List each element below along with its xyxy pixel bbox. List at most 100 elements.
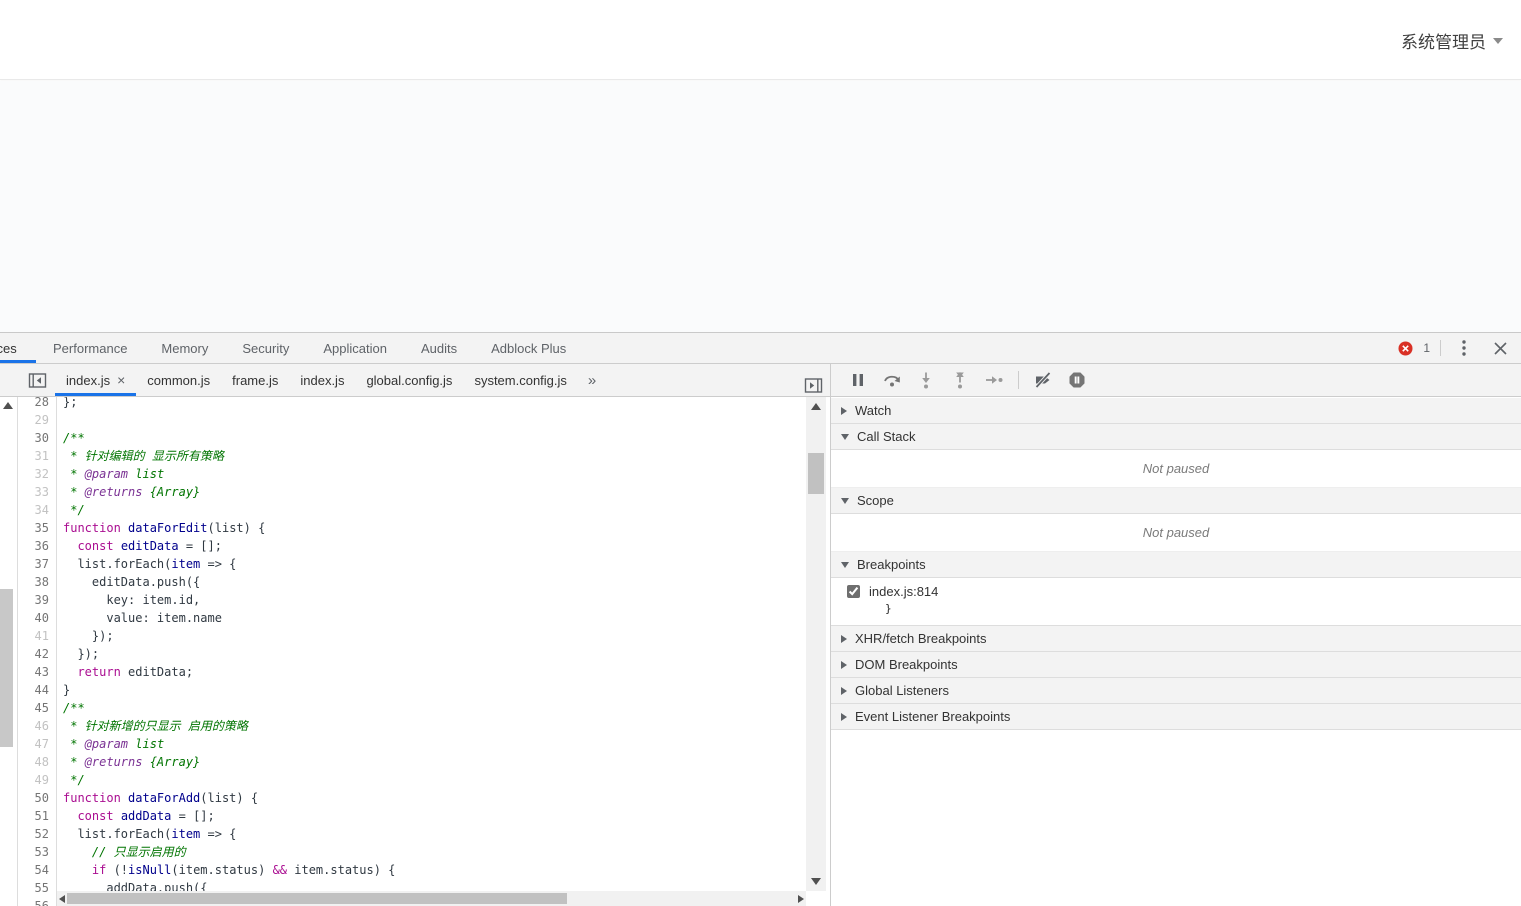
line-number[interactable]: 44 <box>18 681 57 699</box>
code-line[interactable]: const editData = []; <box>57 537 222 555</box>
line-number[interactable]: 51 <box>18 807 57 825</box>
code-line[interactable]: }); <box>57 645 99 663</box>
main-tab-audits[interactable]: Audits <box>404 333 474 363</box>
file-tab-system.config.js[interactable]: system.config.js <box>463 364 577 396</box>
source-editor[interactable]: 28};2930/**31 * 针对编辑的 显示所有策略32 * @param … <box>0 397 830 906</box>
code-line[interactable]: * @returns {Array} <box>57 753 200 771</box>
code-line[interactable]: editData.push({ <box>57 573 200 591</box>
left-scrollbar-thumb[interactable] <box>0 589 13 747</box>
section-header-watch[interactable]: Watch <box>831 398 1521 424</box>
scroll-down-icon[interactable] <box>811 878 821 885</box>
file-tab-frame.js[interactable]: frame.js <box>221 364 289 396</box>
code-line[interactable]: * 针对编辑的 显示所有策略 <box>57 447 224 465</box>
line-number[interactable]: 54 <box>18 861 57 879</box>
line-number[interactable]: 42 <box>18 645 57 663</box>
section-header-dom-breakpoints[interactable]: DOM Breakpoints <box>831 652 1521 678</box>
section-header-global-listeners[interactable]: Global Listeners <box>831 678 1521 704</box>
main-tab-security[interactable]: Security <box>225 333 306 363</box>
code-line[interactable]: // 只显示启用的 <box>57 843 186 861</box>
pause-on-exceptions-icon[interactable] <box>1062 367 1092 393</box>
code-line[interactable]: value: item.name <box>57 609 222 627</box>
code-line[interactable]: }; <box>57 397 77 411</box>
code-line[interactable]: /** <box>57 699 85 717</box>
file-tab-common.js[interactable]: common.js <box>136 364 221 396</box>
code-line[interactable]: const addData = []; <box>57 807 215 825</box>
code-line[interactable]: list.forEach(item => { <box>57 555 236 573</box>
line-number[interactable]: 48 <box>18 753 57 771</box>
line-number[interactable]: 43 <box>18 663 57 681</box>
tab-close-icon[interactable]: × <box>117 373 125 387</box>
breakpoint-entry[interactable]: index.js:814 <box>847 584 1521 599</box>
code-line[interactable]: list.forEach(item => { <box>57 825 236 843</box>
code-line[interactable]: * @returns {Array} <box>57 483 200 501</box>
line-number[interactable]: 28 <box>18 397 57 411</box>
scroll-right-icon[interactable] <box>798 895 804 903</box>
scroll-up-icon[interactable] <box>3 402 13 409</box>
code-line[interactable]: * @param list <box>57 735 164 753</box>
main-tab-adblock-plus[interactable]: Adblock Plus <box>474 333 583 363</box>
tab-overflow-chevrons[interactable]: » <box>578 372 606 389</box>
line-number[interactable]: 36 <box>18 537 57 555</box>
code-line[interactable]: * @param list <box>57 465 164 483</box>
line-number[interactable]: 53 <box>18 843 57 861</box>
scroll-left-icon[interactable] <box>59 895 65 903</box>
pause-script-icon[interactable] <box>843 367 873 393</box>
line-number[interactable]: 40 <box>18 609 57 627</box>
line-number[interactable]: 47 <box>18 735 57 753</box>
line-number[interactable]: 45 <box>18 699 57 717</box>
breakpoint-checkbox[interactable] <box>847 585 860 598</box>
line-number[interactable]: 31 <box>18 447 57 465</box>
section-header-breakpoints[interactable]: Breakpoints <box>831 552 1521 578</box>
step-into-icon[interactable] <box>911 367 941 393</box>
line-number[interactable]: 29 <box>18 411 57 429</box>
hide-navigator-icon[interactable] <box>27 367 47 393</box>
line-number[interactable]: 38 <box>18 573 57 591</box>
main-tab-performance[interactable]: Performance <box>36 333 144 363</box>
line-number[interactable]: 30 <box>18 429 57 447</box>
code-line[interactable]: if (!isNull(item.status) && item.status)… <box>57 861 395 879</box>
code-line[interactable]: function dataForEdit(list) { <box>57 519 265 537</box>
kebab-menu-icon[interactable] <box>1451 335 1477 361</box>
line-number[interactable]: 35 <box>18 519 57 537</box>
code-line[interactable]: /** <box>57 429 85 447</box>
code-line[interactable]: */ <box>57 771 85 789</box>
line-number[interactable]: 32 <box>18 465 57 483</box>
file-tab-index.js[interactable]: index.js× <box>55 364 136 396</box>
section-header-scope[interactable]: Scope <box>831 488 1521 514</box>
section-header-call-stack[interactable]: Call Stack <box>831 424 1521 450</box>
user-menu[interactable]: 系统管理员 <box>1401 28 1503 53</box>
deactivate-breakpoints-icon[interactable] <box>1028 367 1058 393</box>
horizontal-scrollbar-thumb[interactable] <box>67 893 567 904</box>
step-out-icon[interactable] <box>945 367 975 393</box>
editor-vertical-scrollbar[interactable] <box>806 397 826 891</box>
line-number[interactable]: 34 <box>18 501 57 519</box>
line-number[interactable]: 52 <box>18 825 57 843</box>
step-icon[interactable] <box>979 367 1009 393</box>
line-number[interactable]: 50 <box>18 789 57 807</box>
line-number[interactable]: 37 <box>18 555 57 573</box>
scroll-up-icon[interactable] <box>811 403 821 410</box>
close-icon[interactable] <box>1487 335 1513 361</box>
code-line[interactable]: key: item.id, <box>57 591 200 609</box>
line-number[interactable]: 55 <box>18 879 57 897</box>
code-line[interactable] <box>57 411 63 429</box>
line-number[interactable]: 33 <box>18 483 57 501</box>
code-line[interactable]: }); <box>57 627 114 645</box>
section-header-event-listener-breakpoints[interactable]: Event Listener Breakpoints <box>831 704 1521 730</box>
line-number[interactable]: 39 <box>18 591 57 609</box>
line-number[interactable]: 49 <box>18 771 57 789</box>
code-line[interactable]: } <box>57 681 70 699</box>
editor-horizontal-scrollbar[interactable] <box>57 891 806 906</box>
show-navigator-right-icon[interactable] <box>802 372 824 398</box>
code-line[interactable]: */ <box>57 501 85 519</box>
section-header-xhr-fetch-breakpoints[interactable]: XHR/fetch Breakpoints <box>831 626 1521 652</box>
code-line[interactable]: return editData; <box>57 663 193 681</box>
file-tab-global.config.js[interactable]: global.config.js <box>355 364 463 396</box>
step-over-icon[interactable] <box>877 367 907 393</box>
code-line[interactable]: function dataForAdd(list) { <box>57 789 258 807</box>
error-badge-icon[interactable] <box>1392 335 1418 361</box>
tab-sources-truncated[interactable]: Sources <box>0 333 36 363</box>
line-number[interactable]: 46 <box>18 717 57 735</box>
code-line[interactable]: * 针对新增的只显示 启用的策略 <box>57 717 248 735</box>
file-tab-index.js[interactable]: index.js <box>289 364 355 396</box>
